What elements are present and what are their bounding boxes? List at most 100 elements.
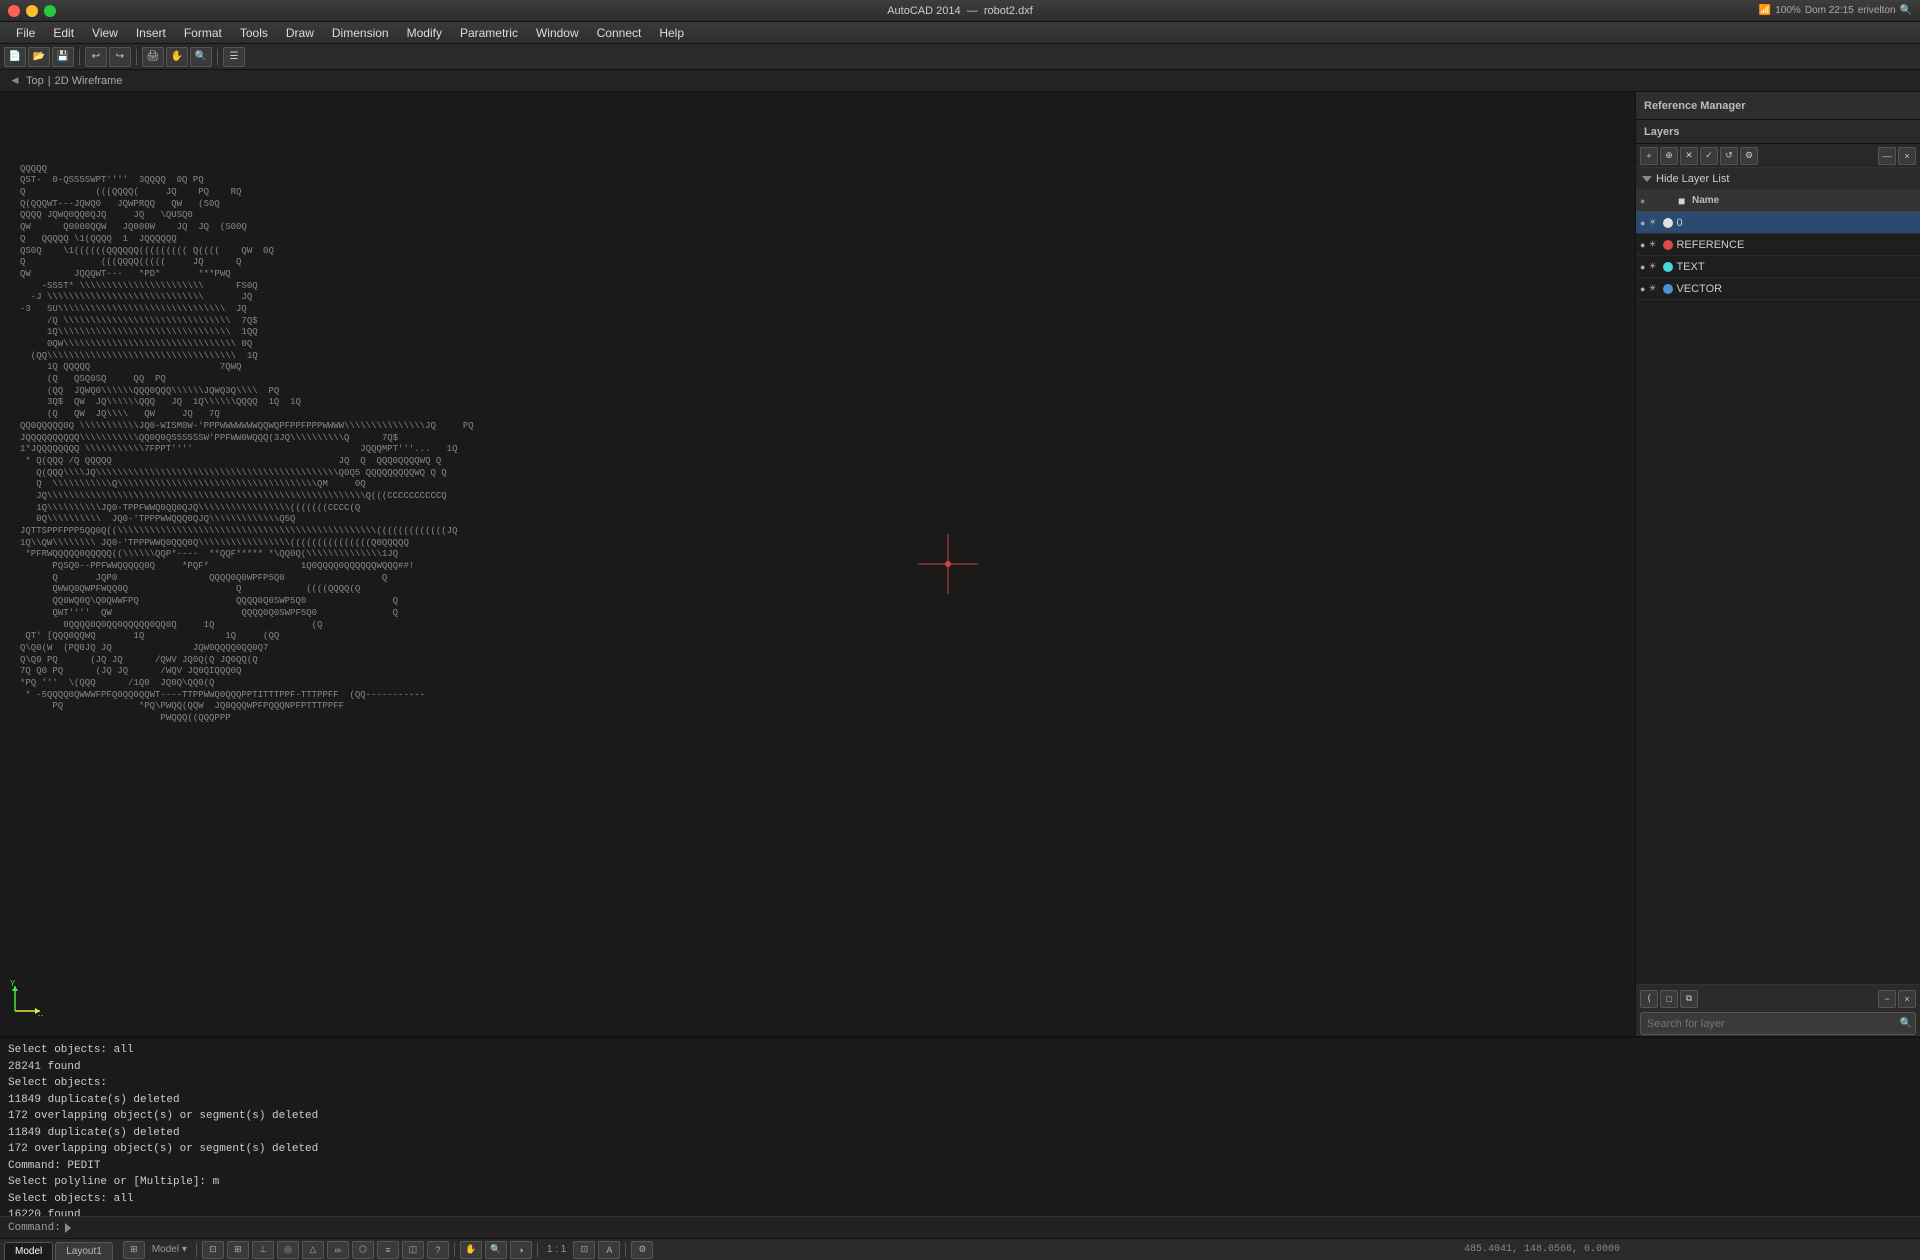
menu-parametric[interactable]: Parametric: [452, 24, 526, 42]
layer-0-name: 0: [1676, 217, 1916, 229]
viewport-scale-button[interactable]: ⊡: [573, 1241, 595, 1259]
otrack-button[interactable]: ∞: [327, 1241, 349, 1259]
menu-connect[interactable]: Connect: [589, 24, 650, 42]
model-label[interactable]: Model ▾: [148, 1244, 191, 1255]
workspace-button[interactable]: ⚙: [631, 1241, 653, 1259]
layer-ref-name: REFERENCE: [1676, 239, 1916, 251]
command-area: Select objects: all 28241 found Select o…: [0, 1036, 1920, 1216]
layer-new2-button[interactable]: □: [1660, 990, 1678, 1008]
hide-layer-list-row[interactable]: Hide Layer List: [1636, 168, 1920, 190]
layout-tabs: Model Layout1: [0, 1239, 119, 1260]
layer-freeze-button[interactable]: —: [1878, 147, 1896, 165]
main-layout: QQQQQ QST- 0-QSS5SWPT'''' 3QQQQ 0Q PQ Q …: [0, 92, 1920, 1036]
menu-file[interactable]: File: [8, 24, 43, 42]
command-label: Command:: [8, 1222, 61, 1234]
layer-refresh-button[interactable]: ↺: [1720, 147, 1738, 165]
tab-layout1[interactable]: Layout1: [55, 1242, 113, 1260]
grid-icon-button[interactable]: ⊞: [123, 1241, 145, 1259]
nav-pan-button[interactable]: ✋: [460, 1241, 482, 1259]
col-visibility-icon: ●: [1640, 196, 1645, 206]
layer-prev-button[interactable]: ⟨: [1640, 990, 1658, 1008]
menu-help[interactable]: Help: [651, 24, 692, 42]
cmd-line-10: 16220 found: [8, 1207, 1912, 1216]
right-panel: Reference Manager Layers + ⊕ ✕ ✓ ↺ ⚙ — ×…: [1635, 92, 1920, 1036]
layer-columns-header: ● ■ Name: [1636, 190, 1920, 212]
trans-button[interactable]: ◫: [402, 1241, 424, 1259]
cmd-line-3: 11849 duplicate(s) deleted: [8, 1092, 1912, 1109]
menu-format[interactable]: Format: [176, 24, 230, 42]
search-icon[interactable]: 🔍: [1900, 5, 1912, 16]
nav-zoom-button[interactable]: 🔍: [485, 1241, 507, 1259]
app-title: AutoCAD 2014: [887, 5, 960, 17]
close-button[interactable]: [8, 5, 20, 17]
viewport[interactable]: QQQQQ QST- 0-QSS5SWPT'''' 3QQQQ 0Q PQ Q …: [0, 92, 1635, 1036]
ortho-button[interactable]: ⊥: [252, 1241, 274, 1259]
minimize-button[interactable]: [26, 5, 38, 17]
layer-vector-color: [1663, 284, 1673, 294]
layer-settings-button[interactable]: ⚙: [1740, 147, 1758, 165]
qp-button[interactable]: ?: [427, 1241, 449, 1259]
layer-item-reference[interactable]: ● ☀ REFERENCE: [1636, 234, 1920, 256]
layer-item-vector[interactable]: ● ☀ VECTOR: [1636, 278, 1920, 300]
layer-close2-button[interactable]: ×: [1898, 990, 1916, 1008]
toolbar-open[interactable]: 📂: [28, 47, 50, 67]
svg-text:X: X: [38, 1014, 44, 1016]
menu-view[interactable]: View: [84, 24, 126, 42]
cmd-line-9: Select objects: all: [8, 1191, 1912, 1208]
layer-delete-button[interactable]: ✕: [1680, 147, 1698, 165]
toolbar-redo[interactable]: ↪: [109, 47, 131, 67]
layer-copy-button[interactable]: ⧉: [1680, 990, 1698, 1008]
view-separator: |: [48, 75, 51, 87]
toolbar-save[interactable]: 💾: [52, 47, 74, 67]
scale-label[interactable]: 1 : 1: [543, 1244, 570, 1255]
svg-text:Y: Y: [10, 979, 16, 988]
polar-button[interactable]: ◎: [277, 1241, 299, 1259]
menu-modify[interactable]: Modify: [399, 24, 450, 42]
layer-0-vis-icon: ●: [1640, 218, 1645, 228]
cmd-line-1: 28241 found: [8, 1059, 1912, 1076]
window-controls[interactable]: [8, 5, 56, 17]
hide-layer-label: Hide Layer List: [1656, 173, 1729, 185]
annot-scale-button[interactable]: A: [598, 1241, 620, 1259]
cmd-line-2: Select objects:: [8, 1075, 1912, 1092]
layer-minus-button[interactable]: −: [1878, 990, 1896, 1008]
grid-button[interactable]: ⊞: [227, 1241, 249, 1259]
toolbar-plot[interactable]: 🖨: [142, 47, 164, 67]
layer-new-vp-button[interactable]: ⊕: [1660, 147, 1678, 165]
snap-button[interactable]: ⊡: [202, 1241, 224, 1259]
view-label-bar: ◀ Top | 2D Wireframe: [0, 70, 1920, 92]
menu-dimension[interactable]: Dimension: [324, 24, 397, 42]
layer-collapse-button[interactable]: ×: [1898, 147, 1916, 165]
maximize-button[interactable]: [44, 5, 56, 17]
osnap-button[interactable]: △: [302, 1241, 324, 1259]
layer-item-0[interactable]: ● ☀ 0: [1636, 212, 1920, 234]
lineweight-button[interactable]: ≡: [377, 1241, 399, 1259]
layer-search-input[interactable]: [1640, 1012, 1916, 1035]
layer-search-container: 🔍: [1636, 1012, 1920, 1036]
nav-orbit-button[interactable]: ◑: [510, 1241, 532, 1259]
menu-window[interactable]: Window: [528, 24, 587, 42]
layer-vector-name: VECTOR: [1676, 283, 1916, 295]
tab-model[interactable]: Model: [4, 1242, 53, 1260]
menu-draw[interactable]: Draw: [278, 24, 322, 42]
toolbar-undo[interactable]: ↩: [85, 47, 107, 67]
menu-insert[interactable]: Insert: [128, 24, 174, 42]
layer-new-button[interactable]: +: [1640, 147, 1658, 165]
layer-list: ● ☀ 0 ● ☀ REFERENCE ● ☀ TEXT ● ☀ V: [1636, 212, 1920, 984]
layer-ref-vis-icon: ●: [1640, 240, 1645, 250]
layer-bottom-toolbar: ⟨ □ ⧉ − ×: [1636, 984, 1920, 1012]
toolbar-pan[interactable]: ✋: [166, 47, 188, 67]
menu-edit[interactable]: Edit: [45, 24, 82, 42]
dynamic-button[interactable]: ⬡: [352, 1241, 374, 1259]
menu-tools[interactable]: Tools: [232, 24, 276, 42]
separator-1: [196, 1243, 197, 1257]
toolbar-layer-props[interactable]: ☰: [223, 47, 245, 67]
toolbar: 📄 📂 💾 ↩ ↪ 🖨 ✋ 🔍 ☰: [0, 44, 1920, 70]
layer-item-text[interactable]: ● ☀ TEXT: [1636, 256, 1920, 278]
command-triangle-button[interactable]: [65, 1223, 71, 1233]
toolbar-zoom[interactable]: 🔍: [190, 47, 212, 67]
layer-current-button[interactable]: ✓: [1700, 147, 1718, 165]
toolbar-separator-1: [79, 49, 80, 65]
view-nav-back[interactable]: ◀: [8, 74, 22, 88]
toolbar-new[interactable]: 📄: [4, 47, 26, 67]
